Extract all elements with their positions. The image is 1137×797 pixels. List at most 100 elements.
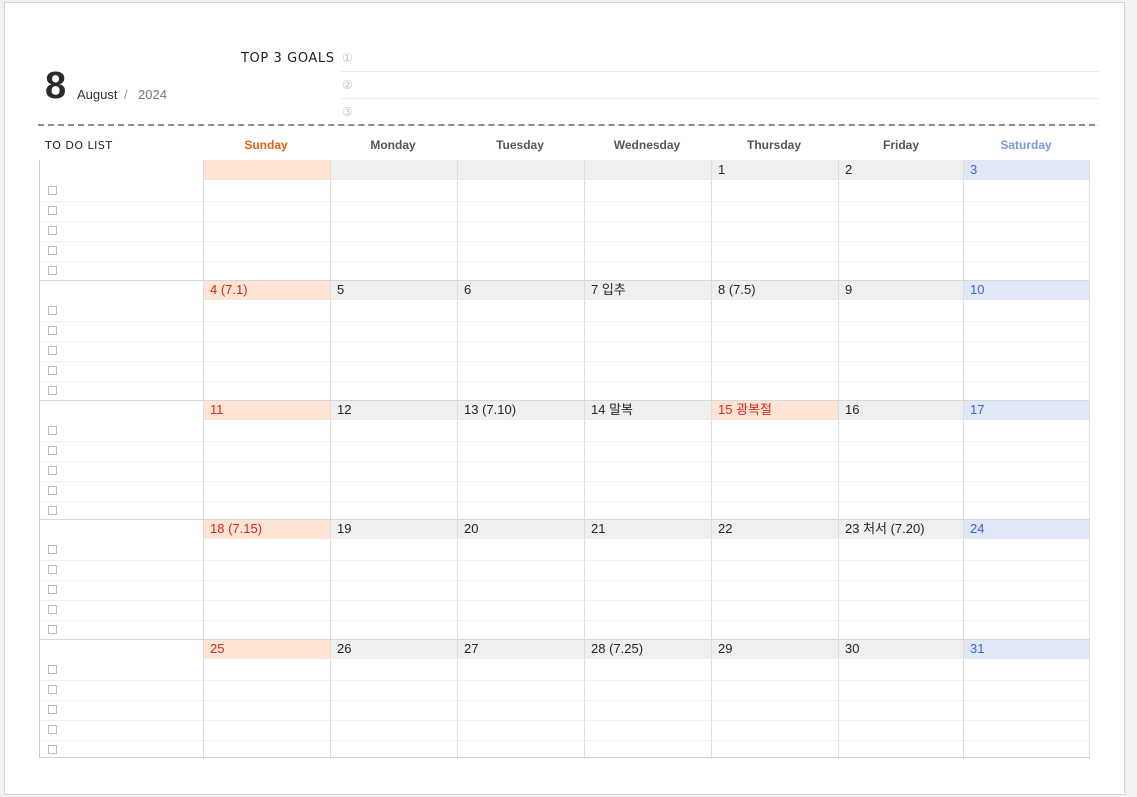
todo-rule-line: [40, 461, 203, 462]
date-cell-body[interactable]: [204, 181, 331, 280]
todo-checkbox[interactable]: [48, 246, 57, 255]
date-cell-body[interactable]: [712, 540, 839, 639]
cell-rule-line: [712, 201, 838, 202]
day-header-friday: Friday: [882, 138, 919, 152]
date-cell-body[interactable]: [964, 660, 1090, 759]
todo-rule-line: [40, 321, 203, 322]
date-cell-body[interactable]: [458, 540, 585, 639]
cell-rule-line: [585, 501, 711, 502]
cell-rule-line: [331, 261, 457, 262]
cell-rule-line: [458, 201, 584, 202]
date-cell-body[interactable]: [585, 301, 712, 400]
date-cell-body[interactable]: [458, 301, 585, 400]
cell-rule-line: [839, 361, 963, 362]
calendar-grid: 1234 (7.1) 5 6 7 입추 8 (7.5) 9 10 11 12 13 (7.10) 1…: [39, 160, 1090, 759]
date-cell-body[interactable]: [204, 540, 331, 639]
date-cell-body[interactable]: [585, 421, 712, 520]
date-cell-body[interactable]: [585, 540, 712, 639]
cell-rule-line: [712, 580, 838, 581]
date-cell-body[interactable]: [712, 421, 839, 520]
todo-list-cell: [40, 301, 204, 400]
todo-checkbox[interactable]: [48, 685, 57, 694]
date-cell-body[interactable]: [964, 301, 1090, 400]
week-separator: [40, 400, 1090, 401]
date-cell-header: 14 말복: [585, 400, 712, 420]
todo-checkbox[interactable]: [48, 565, 57, 574]
todo-rule-line: [40, 501, 203, 502]
todo-checkbox[interactable]: [48, 705, 57, 714]
date-cell-body[interactable]: [331, 660, 458, 759]
date-cell-body[interactable]: [585, 181, 712, 280]
date-cell-body[interactable]: [964, 540, 1090, 639]
date-cell-body[interactable]: [839, 660, 964, 759]
todo-checkbox[interactable]: [48, 386, 57, 395]
goal-line-3[interactable]: ③: [341, 99, 1099, 126]
todo-checkbox[interactable]: [48, 346, 57, 355]
todo-checkbox[interactable]: [48, 446, 57, 455]
date-cell-body[interactable]: [458, 421, 585, 520]
cell-rule-line: [964, 361, 1089, 362]
date-cell-body[interactable]: [839, 540, 964, 639]
cell-rule-line: [839, 381, 963, 382]
cell-rule-line: [839, 461, 963, 462]
cell-rule-line: [585, 321, 711, 322]
todo-checkbox[interactable]: [48, 486, 57, 495]
todo-checkbox[interactable]: [48, 206, 57, 215]
cell-rule-line: [964, 341, 1089, 342]
todo-checkbox[interactable]: [48, 725, 57, 734]
todo-checkbox[interactable]: [48, 326, 57, 335]
cell-rule-line: [331, 740, 457, 741]
todo-checkbox[interactable]: [48, 585, 57, 594]
date-cell-body[interactable]: [964, 181, 1090, 280]
cell-rule-line: [712, 381, 838, 382]
cell-rule-line: [585, 600, 711, 601]
date-cell-body[interactable]: [458, 660, 585, 759]
date-cell-body[interactable]: [331, 421, 458, 520]
todo-checkbox[interactable]: [48, 625, 57, 634]
todo-checkbox[interactable]: [48, 665, 57, 674]
todo-checkbox[interactable]: [48, 306, 57, 315]
date-cell-body[interactable]: [204, 421, 331, 520]
date-cell-body[interactable]: [712, 181, 839, 280]
week-row: 123: [40, 160, 1090, 280]
cell-rule-line: [712, 341, 838, 342]
date-cell-body[interactable]: [839, 421, 964, 520]
todo-rule-line: [40, 580, 203, 581]
date-cell-body[interactable]: [331, 181, 458, 280]
date-cell-body[interactable]: [204, 301, 331, 400]
todo-checkbox[interactable]: [48, 426, 57, 435]
todo-checkbox[interactable]: [48, 226, 57, 235]
todo-list-cell: [40, 660, 204, 759]
date-cell-body[interactable]: [585, 660, 712, 759]
date-cell-body[interactable]: [458, 181, 585, 280]
date-cell-body[interactable]: [712, 660, 839, 759]
todo-checkbox[interactable]: [48, 605, 57, 614]
cell-rule-line: [331, 441, 457, 442]
cell-rule-line: [204, 700, 330, 701]
cell-rule-line: [712, 501, 838, 502]
todo-checkbox[interactable]: [48, 466, 57, 475]
todo-checkbox[interactable]: [48, 506, 57, 515]
date-cell-body[interactable]: [331, 301, 458, 400]
goal-line-2[interactable]: ②: [341, 72, 1099, 99]
window-scrollbar[interactable]: [1127, 0, 1137, 797]
cell-rule-line: [964, 560, 1089, 561]
date-cell-body[interactable]: [964, 421, 1090, 520]
date-cell-body[interactable]: [204, 660, 331, 759]
date-cell-body[interactable]: [839, 301, 964, 400]
date-cell-header: 9: [839, 280, 964, 300]
date-cell-header: 8 (7.5): [712, 280, 839, 300]
goal-line-1[interactable]: ①: [341, 45, 1099, 72]
todo-checkbox[interactable]: [48, 186, 57, 195]
todo-checkbox[interactable]: [48, 545, 57, 554]
todo-checkbox[interactable]: [48, 745, 57, 754]
date-cell-body[interactable]: [712, 301, 839, 400]
date-cell-body[interactable]: [839, 181, 964, 280]
cell-rule-line: [585, 381, 711, 382]
cell-rule-line: [585, 441, 711, 442]
date-cell-body[interactable]: [331, 540, 458, 639]
todo-checkbox[interactable]: [48, 266, 57, 275]
cell-rule-line: [712, 700, 838, 701]
todo-checkbox[interactable]: [48, 366, 57, 375]
date-cell-header: 27: [458, 639, 585, 659]
